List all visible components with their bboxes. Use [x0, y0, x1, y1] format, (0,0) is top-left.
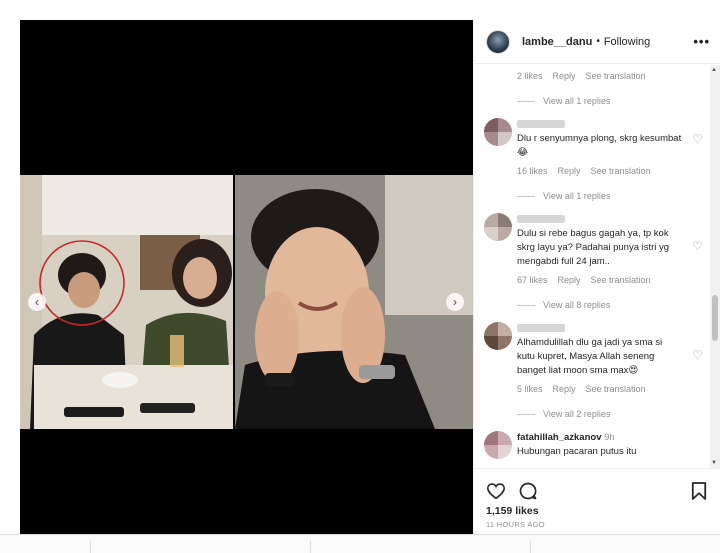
photo-right-panel [235, 175, 473, 429]
view-replies-button[interactable]: View all 1 replies [517, 191, 711, 201]
reply-button[interactable]: Reply [553, 71, 576, 81]
see-translation-link[interactable]: See translation [591, 166, 651, 176]
post-media: ‹ › [20, 20, 473, 534]
reply-button[interactable]: Reply [558, 275, 581, 285]
reply-button[interactable]: Reply [558, 166, 581, 176]
comment-meta: 2 likes Reply See translation [517, 71, 711, 81]
post-header: lambe__danu • Following ••• [474, 20, 720, 64]
view-replies-line [517, 100, 535, 102]
view-replies-label: View all 2 replies [543, 409, 611, 419]
list-item: Dlu r senyumnya plong, skrg kesumbat😂 ♡ [474, 118, 711, 160]
comment-username-blurred[interactable] [517, 215, 565, 224]
avatar[interactable] [484, 213, 512, 241]
username-link[interactable]: lambe__danu [522, 36, 592, 48]
header-separator: • [596, 36, 600, 47]
see-translation-link[interactable]: See translation [586, 384, 646, 394]
list-item: Alhamdulillah dlu ga jadi ya sma si kutu… [474, 322, 711, 378]
following-button[interactable]: Following [604, 36, 650, 48]
comment-meta: 5 likes Reply See translation [517, 384, 711, 394]
view-replies-line [517, 413, 535, 415]
photo-left-panel [20, 175, 233, 429]
heart-icon[interactable]: ♡ [692, 348, 703, 362]
scroll-down-icon[interactable]: ▼ [711, 460, 717, 466]
likes-count[interactable]: 1,159 likes [486, 505, 720, 517]
comment-text: Dulu si rebe bagus gagah ya, tp kok skrg… [517, 228, 670, 267]
comment-text: Alhamdulillah dlu ga jadi ya sma si kutu… [517, 337, 663, 376]
avatar[interactable] [484, 322, 512, 350]
comment-text: Hubungan pacaran putus itu [517, 446, 637, 457]
scroll-up-icon[interactable]: ▲ [711, 67, 717, 73]
avatar[interactable] [484, 431, 512, 459]
bottom-divider [90, 541, 91, 553]
comment-bubble-icon[interactable] [518, 481, 538, 501]
bottom-strip [0, 534, 720, 553]
comment-username-blurred[interactable] [517, 324, 565, 333]
avatar[interactable] [486, 29, 510, 54]
portrait-image [235, 175, 473, 429]
view-replies-line [517, 195, 535, 197]
avatar[interactable] [484, 118, 512, 146]
comments-scrollbar[interactable]: ▲ ▼ [710, 65, 720, 468]
see-translation-link[interactable]: See translation [586, 71, 646, 81]
reply-button[interactable]: Reply [553, 384, 576, 394]
view-replies-line [517, 304, 535, 306]
list-item: fatahillah_azkanov 9h Hubungan pacaran p… [474, 431, 711, 459]
like-heart-icon[interactable] [486, 482, 506, 500]
heart-icon[interactable]: ♡ [692, 239, 703, 253]
chevron-left-icon: ‹ [35, 295, 39, 309]
view-replies-label: View all 1 replies [543, 96, 611, 106]
heart-icon[interactable]: ♡ [692, 132, 703, 146]
comment-time: 9h [604, 432, 615, 443]
view-replies-button[interactable]: View all 2 replies [517, 409, 711, 419]
comment-meta: 16 likes Reply See translation [517, 166, 711, 176]
view-replies-button[interactable]: View all 8 replies [517, 300, 711, 310]
view-replies-label: View all 1 replies [543, 191, 611, 201]
post-actions: 1,159 likes 11 HOURS AGO [474, 468, 720, 534]
post-timestamp[interactable]: 11 HOURS AGO [486, 520, 720, 529]
list-item: Dulu si rebe bagus gagah ya, tp kok skrg… [474, 213, 711, 269]
comment-likes-link[interactable]: 5 likes [517, 384, 543, 394]
chevron-right-icon: › [453, 295, 457, 309]
comment-likes-link[interactable]: 16 likes [517, 166, 548, 176]
comment-username-blurred[interactable] [517, 120, 565, 129]
scrollbar-thumb[interactable] [712, 295, 718, 341]
comment-meta: 67 likes Reply See translation [517, 275, 711, 285]
comment-text: Dlu r senyumnya plong, skrg kesumbat😂 [517, 133, 682, 158]
prev-image-button[interactable]: ‹ [28, 293, 46, 311]
more-options-icon[interactable]: ••• [693, 34, 710, 49]
bottom-divider [310, 541, 311, 553]
next-image-button[interactable]: › [446, 293, 464, 311]
comment-likes-link[interactable]: 2 likes [517, 71, 543, 81]
bookmark-icon[interactable] [691, 481, 707, 501]
restaurant-scene-image [20, 175, 233, 429]
view-replies-button[interactable]: View all 1 replies [517, 96, 711, 106]
view-replies-label: View all 8 replies [543, 300, 611, 310]
see-translation-link[interactable]: See translation [591, 275, 651, 285]
comment-username[interactable]: fatahillah_azkanov [517, 432, 601, 443]
post-photo: ‹ › [20, 175, 473, 429]
bottom-divider [530, 541, 531, 553]
post-sidebar: lambe__danu • Following ••• 2 likes Repl… [473, 20, 720, 534]
comments-list: 2 likes Reply See translation View all 1… [474, 65, 711, 468]
comment-likes-link[interactable]: 67 likes [517, 275, 548, 285]
